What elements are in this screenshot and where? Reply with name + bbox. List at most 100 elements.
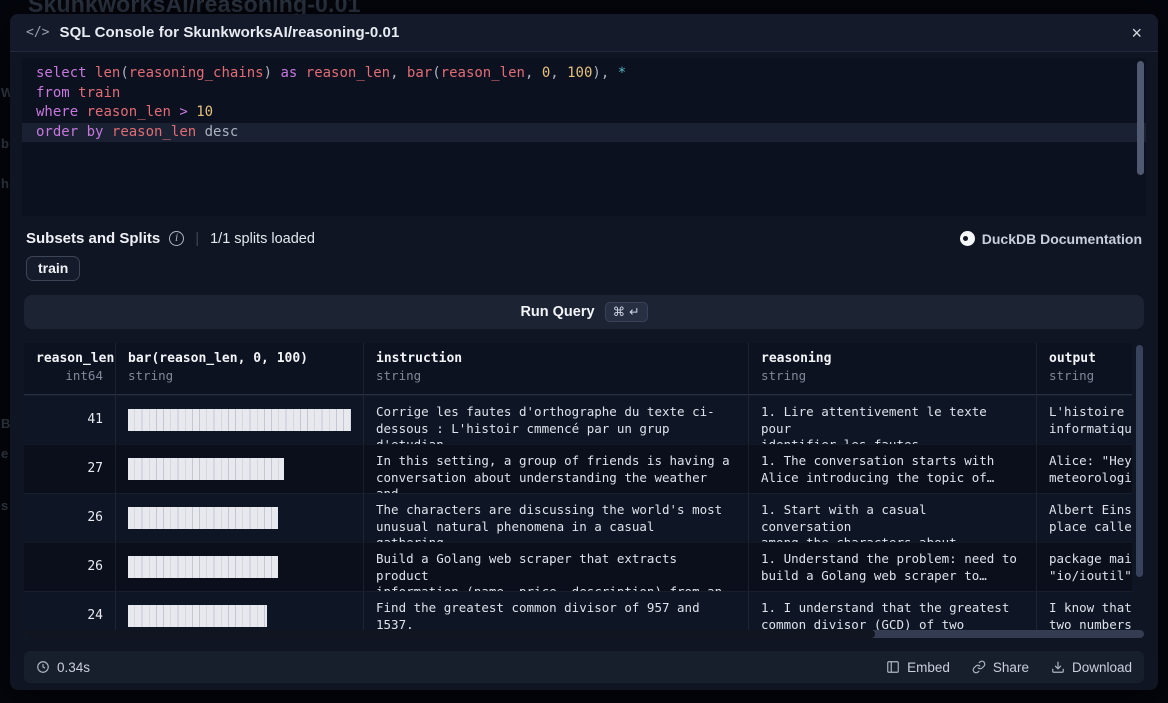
code-token: bar: [407, 65, 432, 81]
cell-reasoning: 1. Lire attentivement le texte pour iden…: [749, 396, 1037, 444]
code-token: reason_len: [112, 124, 196, 140]
cell-output: Alice: "Hey g meteorologist: [1037, 445, 1132, 493]
info-icon[interactable]: i: [169, 231, 184, 246]
code-token: from: [36, 85, 70, 101]
elapsed-time: 0.34s: [57, 660, 90, 675]
run-query-button[interactable]: Run Query ⌘ ↵: [24, 295, 1144, 329]
cell-instruction: In this setting, a group of friends is h…: [364, 445, 749, 493]
code-line[interactable]: where reason_len > 10: [22, 103, 1146, 123]
background-text-fragment: b: [1, 136, 9, 151]
subsets-title: Subsets and Splits: [26, 230, 160, 247]
code-token: ): [264, 65, 281, 81]
column-header-instruction[interactable]: instruction string: [364, 343, 749, 394]
code-token: reason_len: [306, 65, 390, 81]
table-row: 26The characters are discussing the worl…: [24, 493, 1132, 542]
column-name: instruction: [376, 351, 736, 366]
cell-reason-len: 41: [24, 396, 116, 444]
results-footer: 0.34s Embed Share Down: [24, 651, 1144, 683]
code-token: by: [87, 124, 104, 140]
column-header-reason_len[interactable]: reason_lenint64: [24, 343, 116, 394]
cell-bar: [116, 445, 364, 493]
modal-title: SQL Console for SkunkworksAI/reasoning-0…: [59, 24, 399, 41]
clock-icon: [36, 660, 50, 674]
cell-bar: [116, 396, 364, 444]
query-timer: 0.34s: [36, 660, 90, 675]
column-header-reasoning[interactable]: reasoning string: [749, 343, 1037, 394]
cell-bar: [116, 543, 364, 591]
code-token: select: [36, 65, 87, 81]
background-text-fragment: h: [1, 176, 9, 191]
modal-titlebar: </> SQL Console for SkunkworksAI/reasoni…: [10, 14, 1158, 52]
code-token: *: [618, 65, 626, 81]
code-token: [103, 124, 111, 140]
table-row: 27In this setting, a group of friends is…: [24, 444, 1132, 493]
cell-reason-len: 26: [24, 543, 116, 591]
code-token: [196, 124, 204, 140]
download-icon: [1051, 660, 1065, 674]
cell-reasoning: 1. Start with a casual conversation amon…: [749, 494, 1037, 542]
code-token: reasoning_chains: [129, 65, 264, 81]
table-row: 41 Corrige les fautes d'orthographe du te…: [24, 395, 1132, 444]
code-token: (: [120, 65, 128, 81]
code-token: train: [78, 85, 120, 101]
embed-button[interactable]: Embed: [886, 660, 950, 675]
close-icon[interactable]: ×: [1131, 24, 1142, 42]
results-table: reason_lenint64bar(reason_len, 0, 100)st…: [24, 343, 1144, 638]
cmd-key-icon: ⌘: [613, 304, 626, 319]
cell-instruction: Corrige les fautes d'orthographe du text…: [364, 396, 749, 444]
column-header-bar[interactable]: bar(reason_len, 0, 100)string: [116, 343, 364, 394]
code-line[interactable]: from train: [22, 84, 1146, 104]
share-link-icon: [972, 660, 986, 674]
column-name: reason_len: [36, 351, 103, 366]
bar-visualization: [128, 507, 278, 529]
bar-visualization: [128, 605, 267, 627]
background-text-fragment: e: [1, 446, 8, 461]
code-token: ),: [592, 65, 617, 81]
keyboard-shortcut-badge: ⌘ ↵: [605, 302, 648, 322]
sql-console-modal: </> SQL Console for SkunkworksAI/reasoni…: [10, 14, 1158, 690]
enter-key-icon: ↵: [629, 304, 639, 319]
column-type: string: [1049, 368, 1132, 383]
code-token: where: [36, 104, 78, 120]
table-horizontal-scrollbar-thumb[interactable]: [24, 630, 875, 638]
table-vertical-scrollbar[interactable]: [1136, 345, 1143, 577]
separator: |: [193, 230, 201, 247]
duckdb-logo-icon: [960, 231, 975, 246]
download-button[interactable]: Download: [1051, 660, 1132, 675]
splits-loaded-text: 1/1 splits loaded: [210, 231, 315, 247]
code-token: 100: [567, 65, 592, 81]
code-token: reason_len: [441, 65, 525, 81]
code-token: desc: [205, 124, 239, 140]
cell-output: package main "io/ioutil" ": [1037, 543, 1132, 591]
split-chip-train[interactable]: train: [26, 256, 80, 281]
cell-instruction: The characters are discussing the world'…: [364, 494, 749, 542]
bar-visualization: [128, 556, 278, 578]
editor-vertical-scrollbar[interactable]: [1137, 61, 1144, 175]
download-label: Download: [1072, 660, 1132, 675]
code-token: [70, 85, 78, 101]
code-token: [297, 65, 305, 81]
cell-instruction: Build a Golang web scraper that extracts…: [364, 543, 749, 591]
code-icon: </>: [26, 25, 49, 40]
code-token: ,: [525, 65, 542, 81]
column-type: string: [761, 368, 1024, 383]
code-token: [87, 65, 95, 81]
sql-editor[interactable]: select len(reasoning_chains) as reason_l…: [22, 58, 1146, 216]
share-button[interactable]: Share: [972, 660, 1029, 675]
column-type: string: [376, 368, 736, 383]
code-line[interactable]: select len(reasoning_chains) as reason_l…: [22, 64, 1146, 84]
code-line-active[interactable]: order by reason_len desc: [22, 123, 1146, 143]
code-token: (: [432, 65, 440, 81]
column-name: reasoning: [761, 351, 1024, 366]
duckdb-documentation-link[interactable]: DuckDB Documentation: [960, 231, 1142, 247]
table-header-row: reason_lenint64bar(reason_len, 0, 100)st…: [24, 343, 1132, 395]
cell-reasoning: 1. The conversation starts with Alice in…: [749, 445, 1037, 493]
table-horizontal-scrollbar-track[interactable]: [24, 630, 1144, 638]
column-header-output[interactable]: outputstring: [1037, 343, 1132, 394]
code-token: 10: [196, 104, 213, 120]
cell-output: Albert Einste place called: [1037, 494, 1132, 542]
subsets-row: Subsets and Splits i | 1/1 splits loaded…: [10, 216, 1158, 247]
cell-bar: [116, 494, 364, 542]
background-text-fragment: B: [1, 416, 10, 431]
cell-output: L'histoire co informatique: [1037, 396, 1132, 444]
